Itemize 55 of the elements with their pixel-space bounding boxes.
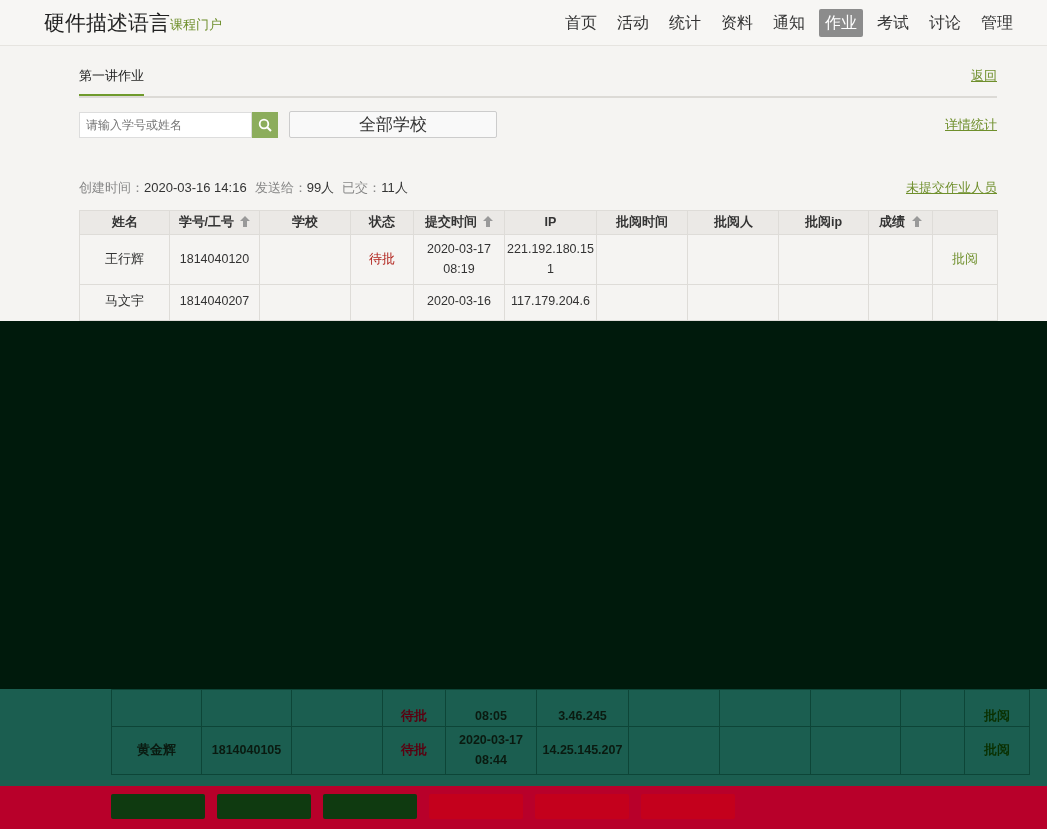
nav-link[interactable]: 考试 — [871, 8, 915, 37]
ip-address: 14.25.145.207 — [542, 743, 623, 757]
column-header: 批阅人 — [687, 210, 779, 234]
blank-button[interactable] — [217, 793, 311, 819]
search-icon — [258, 117, 272, 132]
ip-address: 221.192.180.151 — [507, 242, 594, 276]
site-title: 硬件描述语言 — [44, 9, 170, 36]
status-text: 待批 — [401, 708, 427, 723]
column-header: 批阅ip — [778, 210, 869, 234]
status-text: 待批 — [369, 252, 395, 266]
sort-arrow-icon[interactable] — [911, 216, 922, 227]
submit-time: 2020-03-17 08:44 — [459, 733, 523, 767]
summary-text: 发送给：99人 — [254, 179, 335, 197]
summary-text: 已交：11人 — [342, 179, 408, 197]
nav-link[interactable]: 通知 — [767, 8, 811, 37]
nav-link[interactable]: 资料 — [715, 8, 759, 37]
sort-arrow-icon[interactable] — [240, 216, 251, 227]
nav-link[interactable]: 统计 — [663, 8, 707, 37]
column-header: 学号/工号 — [169, 210, 260, 234]
search-button[interactable] — [252, 111, 278, 138]
column-header: IP — [504, 210, 597, 234]
student-id: 1814040105 — [211, 743, 282, 757]
nav-link[interactable]: 管理 — [975, 8, 1019, 37]
column-header: 提交时间 — [413, 210, 505, 234]
column-header: 成绩 — [868, 210, 933, 234]
summary-text: 创建时间：2020-03-16 14:16 — [79, 179, 247, 197]
search-field[interactable]: 请输入学号或姓名 — [79, 111, 252, 138]
nav-link[interactable]: 首页 — [559, 8, 603, 37]
nav-link[interactable]: 讨论 — [923, 8, 967, 37]
submit-time: 2020-03-16 — [427, 293, 491, 308]
blank-button[interactable] — [323, 793, 417, 819]
unsubmitted-link[interactable]: 未提交作业人员 — [906, 178, 997, 198]
column-header: 姓名 — [79, 210, 170, 234]
student-name: 王行辉 — [105, 252, 144, 266]
back-link[interactable]: 返回 — [971, 66, 997, 86]
student-id: 1814040120 — [179, 252, 250, 266]
tab[interactable]: 第一讲作业 — [79, 66, 144, 96]
nav-link[interactable]: 活动 — [611, 8, 655, 37]
student-id: 1814040207 — [179, 293, 250, 308]
submit-time: 08:05 — [475, 708, 507, 723]
column-header: 学校 — [259, 210, 351, 234]
blank-button[interactable] — [111, 793, 205, 819]
column-header: 状态 — [350, 210, 414, 234]
status-text: 待批 — [401, 743, 427, 757]
sort-arrow-icon[interactable] — [483, 216, 494, 227]
review-link[interactable]: 批阅 — [952, 252, 978, 266]
detail-stats-link[interactable]: 详情统计 — [945, 114, 997, 135]
school-dropdown[interactable]: 全部学校 — [289, 111, 497, 138]
site-subtitle: 课程门户 — [170, 16, 222, 32]
ip-address: 117.179.204.6 — [511, 293, 590, 308]
student-name: 黄金辉 — [137, 743, 176, 757]
column-header: 批阅时间 — [596, 210, 688, 234]
student-name: 马文宇 — [105, 293, 144, 308]
ip-address: 3.46.245 — [558, 708, 607, 723]
submit-time: 2020-03-17 08:19 — [427, 242, 491, 276]
